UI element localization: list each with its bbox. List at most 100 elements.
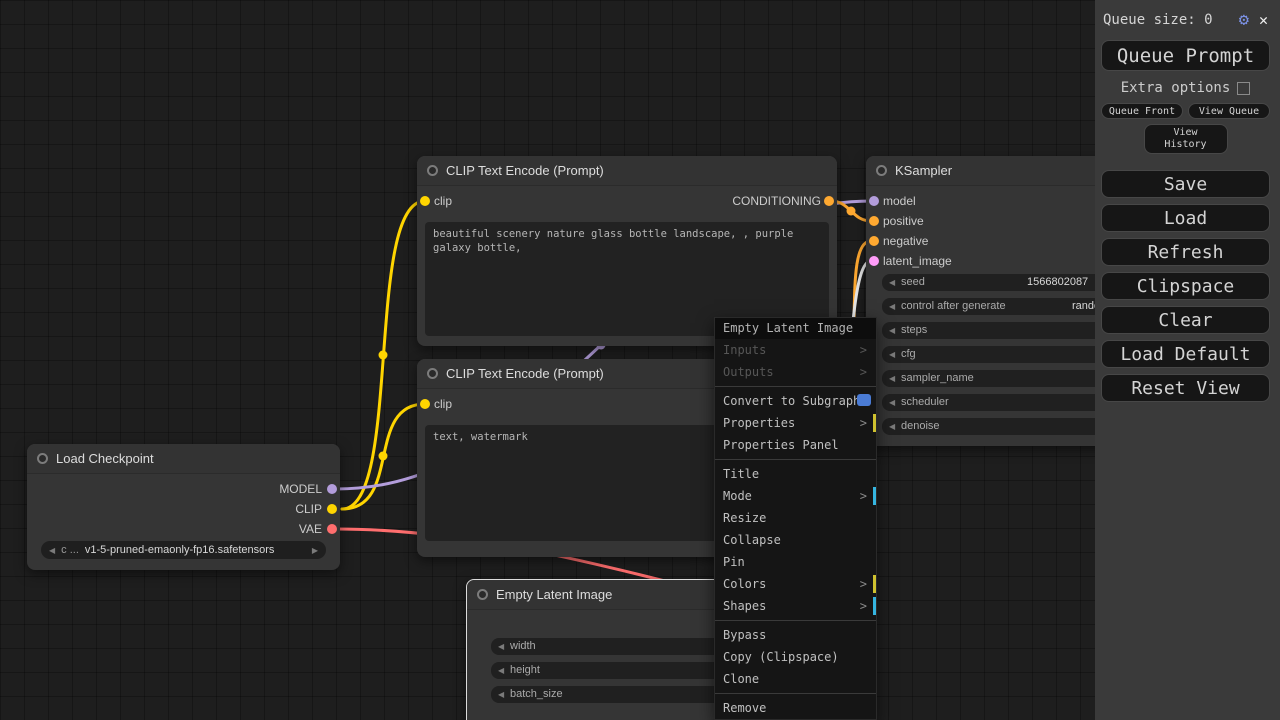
submenu-arrow-icon: > bbox=[859, 416, 867, 430]
submenu-arrow-icon: > bbox=[859, 343, 867, 357]
input-label-clip: clip bbox=[434, 397, 453, 411]
queue-front-button[interactable]: Queue Front bbox=[1101, 103, 1183, 119]
decrement-arrow-icon[interactable]: ◀ bbox=[889, 350, 895, 359]
menu-item-resize[interactable]: Resize bbox=[715, 507, 876, 529]
close-icon[interactable]: ✕ bbox=[1259, 11, 1268, 29]
collapse-dot-icon[interactable] bbox=[37, 453, 48, 464]
menu-item-clone[interactable]: Clone bbox=[715, 668, 876, 690]
node-title-bar[interactable]: Load Checkpoint bbox=[27, 444, 340, 474]
load-button[interactable]: Load bbox=[1101, 204, 1270, 232]
context-menu-title: Empty Latent Image bbox=[715, 318, 876, 339]
view-queue-button[interactable]: View Queue bbox=[1188, 103, 1270, 119]
menu-item-properties-panel[interactable]: Properties Panel bbox=[715, 434, 876, 456]
input-slot-latent-image[interactable] bbox=[869, 256, 879, 266]
widget-name: c ... bbox=[61, 544, 79, 556]
menu-item-collapse[interactable]: Collapse bbox=[715, 529, 876, 551]
output-slot-model[interactable] bbox=[327, 484, 337, 494]
output-label-vae: VAE bbox=[298, 522, 322, 536]
menu-item-label: Resize bbox=[723, 511, 767, 525]
menu-item-colors[interactable]: Colors > bbox=[715, 573, 876, 595]
widget-name: batch_size bbox=[510, 688, 563, 700]
output-label-conditioning: CONDITIONING bbox=[732, 194, 821, 208]
node-load-checkpoint[interactable]: Load Checkpoint MODEL CLIP VAE ◀ c ... v… bbox=[27, 444, 340, 570]
input-slot-clip[interactable] bbox=[420, 196, 430, 206]
node-title: Load Checkpoint bbox=[56, 451, 154, 466]
decrement-arrow-icon[interactable]: ◀ bbox=[889, 374, 895, 383]
queue-size-label: Queue size: 0 bbox=[1103, 12, 1213, 28]
menu-item-properties[interactable]: Properties > bbox=[715, 412, 876, 434]
collapse-dot-icon[interactable] bbox=[427, 165, 438, 176]
menu-item-pin[interactable]: Pin bbox=[715, 551, 876, 573]
node-canvas[interactable]: CLIP Text Encode (Prompt) clip CONDITION… bbox=[0, 0, 1280, 720]
input-slot-clip[interactable] bbox=[420, 399, 430, 409]
comfy-menu-panel: Queue size: 0 ⚙ ✕ Queue Prompt Extra opt… bbox=[1095, 0, 1280, 720]
node-title: CLIP Text Encode (Prompt) bbox=[446, 366, 604, 381]
extra-options-label: Extra options bbox=[1120, 80, 1231, 96]
menu-item-bypass[interactable]: Bypass bbox=[715, 624, 876, 646]
collapse-dot-icon[interactable] bbox=[477, 589, 488, 600]
extra-options-checkbox[interactable] bbox=[1237, 81, 1251, 95]
input-slot-model[interactable] bbox=[869, 196, 879, 206]
menu-item-label: Properties bbox=[723, 416, 796, 430]
decrement-arrow-icon[interactable]: ◀ bbox=[889, 302, 895, 311]
widget-value: v1-5-pruned-emaonly-fp16.safetensors bbox=[84, 544, 275, 556]
node-title-bar[interactable]: CLIP Text Encode (Prompt) bbox=[417, 156, 837, 186]
clear-button[interactable]: Clear bbox=[1101, 306, 1270, 334]
ckpt-name-combo-widget[interactable]: ◀ c ... v1-5-pruned-emaonly-fp16.safeten… bbox=[41, 541, 326, 559]
input-label-positive: positive bbox=[883, 214, 924, 228]
menu-item-label: Remove bbox=[723, 701, 767, 715]
input-slot-positive[interactable] bbox=[869, 216, 879, 226]
decrement-arrow-icon[interactable]: ◀ bbox=[889, 326, 895, 335]
reset-view-button[interactable]: Reset View bbox=[1101, 374, 1270, 402]
input-slot-negative[interactable] bbox=[869, 236, 879, 246]
decrement-arrow-icon[interactable]: ◀ bbox=[889, 398, 895, 407]
input-label-model: model bbox=[883, 194, 916, 208]
decrement-arrow-icon[interactable]: ◀ bbox=[889, 422, 895, 431]
queue-prompt-button[interactable]: Queue Prompt bbox=[1101, 40, 1270, 71]
context-menu: Empty Latent Image Inputs > Outputs > Co… bbox=[714, 317, 877, 720]
decrement-arrow-icon[interactable]: ◀ bbox=[498, 666, 504, 675]
decrement-arrow-icon[interactable]: ◀ bbox=[498, 642, 504, 651]
node-title: CLIP Text Encode (Prompt) bbox=[446, 163, 604, 178]
widget-name: width bbox=[510, 640, 536, 652]
menu-item-label: Inputs bbox=[723, 343, 767, 357]
menu-item-mode[interactable]: Mode > bbox=[715, 485, 876, 507]
menu-item-convert-to-subgraph[interactable]: Convert to Subgraph bbox=[715, 390, 876, 412]
view-history-button[interactable]: View History bbox=[1143, 124, 1228, 154]
node-title: Empty Latent Image bbox=[496, 587, 613, 602]
decrement-arrow-icon[interactable]: ◀ bbox=[889, 278, 895, 287]
input-label-latent-image: latent_image bbox=[883, 254, 952, 268]
link-dot[interactable] bbox=[378, 350, 388, 360]
menu-item-remove[interactable]: Remove bbox=[715, 697, 876, 719]
output-slot-vae[interactable] bbox=[327, 524, 337, 534]
menu-item-label: Shapes bbox=[723, 599, 767, 613]
decrement-arrow-icon[interactable]: ◀ bbox=[498, 690, 504, 699]
load-default-button[interactable]: Load Default bbox=[1101, 340, 1270, 368]
output-slot-conditioning[interactable] bbox=[824, 196, 834, 206]
menu-item-copy-clipspace[interactable]: Copy (Clipspace) bbox=[715, 646, 876, 668]
widget-name: height bbox=[510, 664, 540, 676]
submenu-arrow-icon: > bbox=[859, 577, 867, 591]
output-slot-clip[interactable] bbox=[327, 504, 337, 514]
menu-item-title[interactable]: Title bbox=[715, 463, 876, 485]
save-button[interactable]: Save bbox=[1101, 170, 1270, 198]
link-dot[interactable] bbox=[378, 451, 388, 461]
menu-item-shapes[interactable]: Shapes > bbox=[715, 595, 876, 617]
menu-item-label: Title bbox=[723, 467, 760, 481]
increment-arrow-icon[interactable]: ▶ bbox=[312, 546, 318, 555]
link-dot[interactable] bbox=[846, 206, 856, 216]
widget-name: scheduler bbox=[901, 396, 949, 408]
menu-separator bbox=[715, 620, 876, 621]
menu-item-label: Copy (Clipspace) bbox=[723, 650, 839, 664]
menu-item-label: Mode bbox=[723, 489, 752, 503]
clipspace-button[interactable]: Clipspace bbox=[1101, 272, 1270, 300]
collapse-dot-icon[interactable] bbox=[876, 165, 887, 176]
menu-item-label: Bypass bbox=[723, 628, 767, 642]
settings-gear-icon[interactable]: ⚙ bbox=[1239, 10, 1249, 30]
output-label-clip: CLIP bbox=[295, 502, 322, 516]
refresh-button[interactable]: Refresh bbox=[1101, 238, 1270, 266]
widget-name: control after generate bbox=[901, 300, 1006, 312]
collapse-dot-icon[interactable] bbox=[427, 368, 438, 379]
decrement-arrow-icon[interactable]: ◀ bbox=[49, 546, 55, 555]
input-label-clip: clip bbox=[434, 194, 453, 208]
